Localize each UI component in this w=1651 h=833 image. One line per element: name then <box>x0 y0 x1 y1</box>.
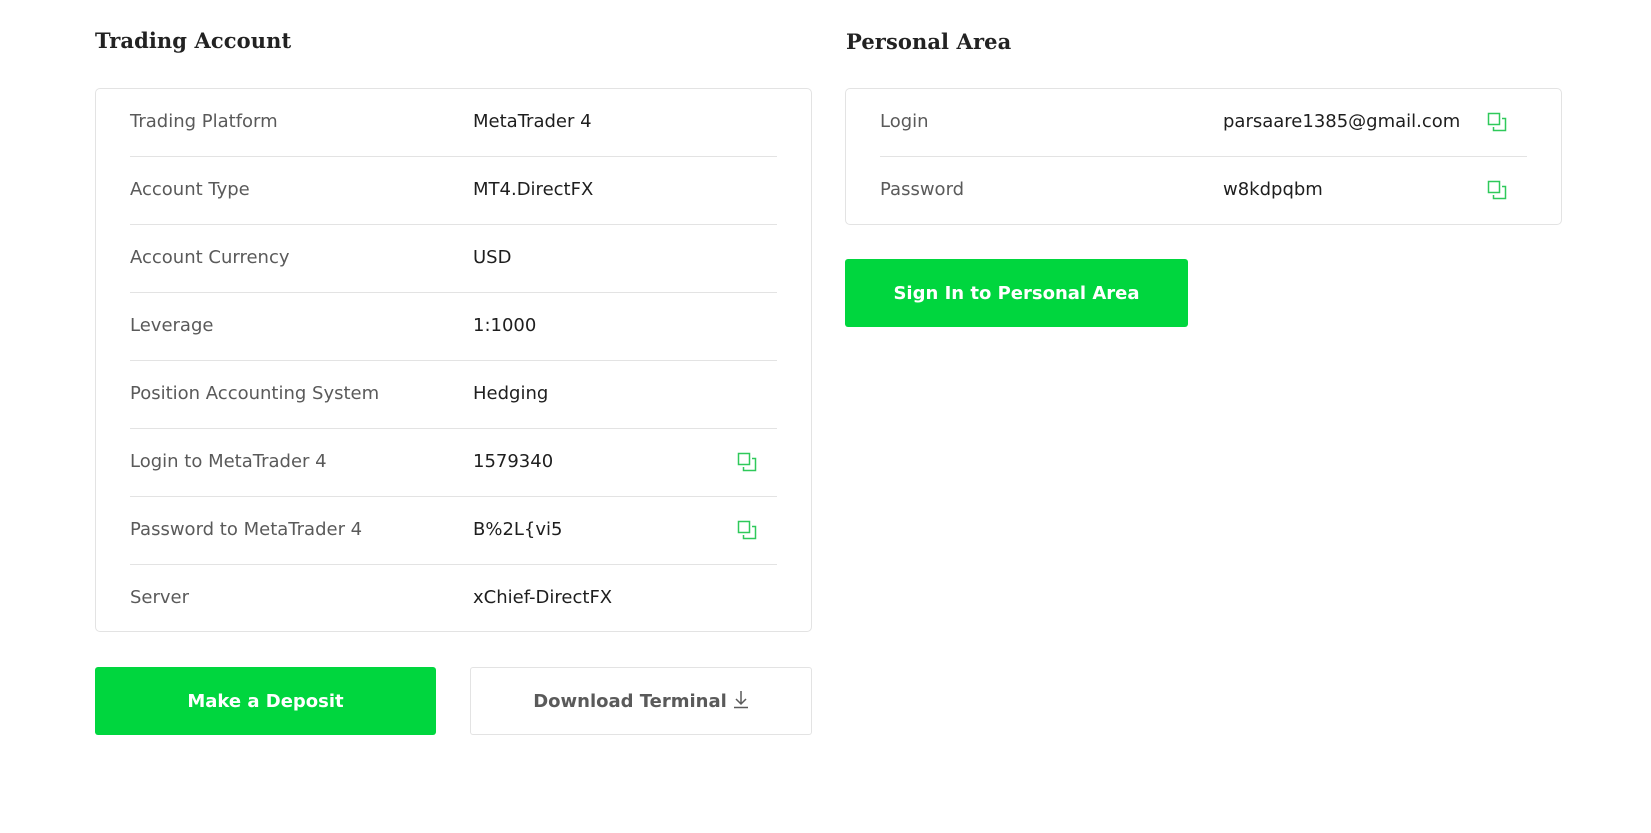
row-value: MetaTrader 4 <box>473 111 592 132</box>
row-value: MT4.DirectFX <box>473 179 594 200</box>
info-row-mt4-password: Password to MetaTrader 4 B%2L{vi5 <box>130 497 777 565</box>
info-row-position-accounting: Position Accounting System Hedging <box>130 361 777 429</box>
make-deposit-label: Make a Deposit <box>187 690 344 712</box>
sign-in-personal-area-button[interactable]: Sign In to Personal Area <box>845 259 1188 327</box>
personal-area-title: Personal Area <box>846 29 1012 54</box>
personal-area-card: Login parsaare1385@gmail.com Password w8… <box>845 88 1562 225</box>
trading-account-title: Trading Account <box>95 28 292 53</box>
row-value: B%2L{vi5 <box>473 519 563 540</box>
row-label: Trading Platform <box>130 111 278 132</box>
info-row-trading-platform: Trading Platform MetaTrader 4 <box>130 89 777 157</box>
row-label: Leverage <box>130 315 214 336</box>
info-row-server: Server xChief-DirectFX <box>130 565 777 633</box>
row-value: xChief-DirectFX <box>473 587 613 608</box>
row-value: USD <box>473 247 512 268</box>
copy-icon[interactable] <box>1487 180 1507 200</box>
sign-in-label: Sign In to Personal Area <box>893 282 1140 304</box>
row-label: Login to MetaTrader 4 <box>130 451 327 472</box>
row-value: parsaare1385@gmail.com <box>1223 111 1461 132</box>
download-terminal-label: Download Terminal <box>533 690 727 712</box>
row-label: Server <box>130 587 190 608</box>
info-row-account-currency: Account Currency USD <box>130 225 777 293</box>
download-arrow-icon <box>733 689 749 714</box>
row-value: w8kdpqbm <box>1223 179 1323 200</box>
info-row-personal-password: Password w8kdpqbm <box>880 157 1527 225</box>
info-row-personal-login: Login parsaare1385@gmail.com <box>880 89 1527 157</box>
row-value: 1:1000 <box>473 315 537 336</box>
row-label: Position Accounting System <box>130 383 380 404</box>
info-row-mt4-login: Login to MetaTrader 4 1579340 <box>130 429 777 497</box>
download-terminal-button[interactable]: Download Terminal <box>470 667 812 735</box>
copy-icon[interactable] <box>737 520 757 540</box>
row-label: Account Currency <box>130 247 290 268</box>
make-deposit-button[interactable]: Make a Deposit <box>95 667 436 735</box>
row-value: 1579340 <box>473 451 554 472</box>
trading-account-card: Trading Platform MetaTrader 4 Account Ty… <box>95 88 812 632</box>
row-label: Password <box>880 179 965 200</box>
row-label: Account Type <box>130 179 250 200</box>
row-value: Hedging <box>473 383 549 404</box>
info-row-account-type: Account Type MT4.DirectFX <box>130 157 777 225</box>
row-label: Password to MetaTrader 4 <box>130 519 363 540</box>
copy-icon[interactable] <box>1487 112 1507 132</box>
info-row-leverage: Leverage 1:1000 <box>130 293 777 361</box>
copy-icon[interactable] <box>737 452 757 472</box>
row-label: Login <box>880 111 929 132</box>
